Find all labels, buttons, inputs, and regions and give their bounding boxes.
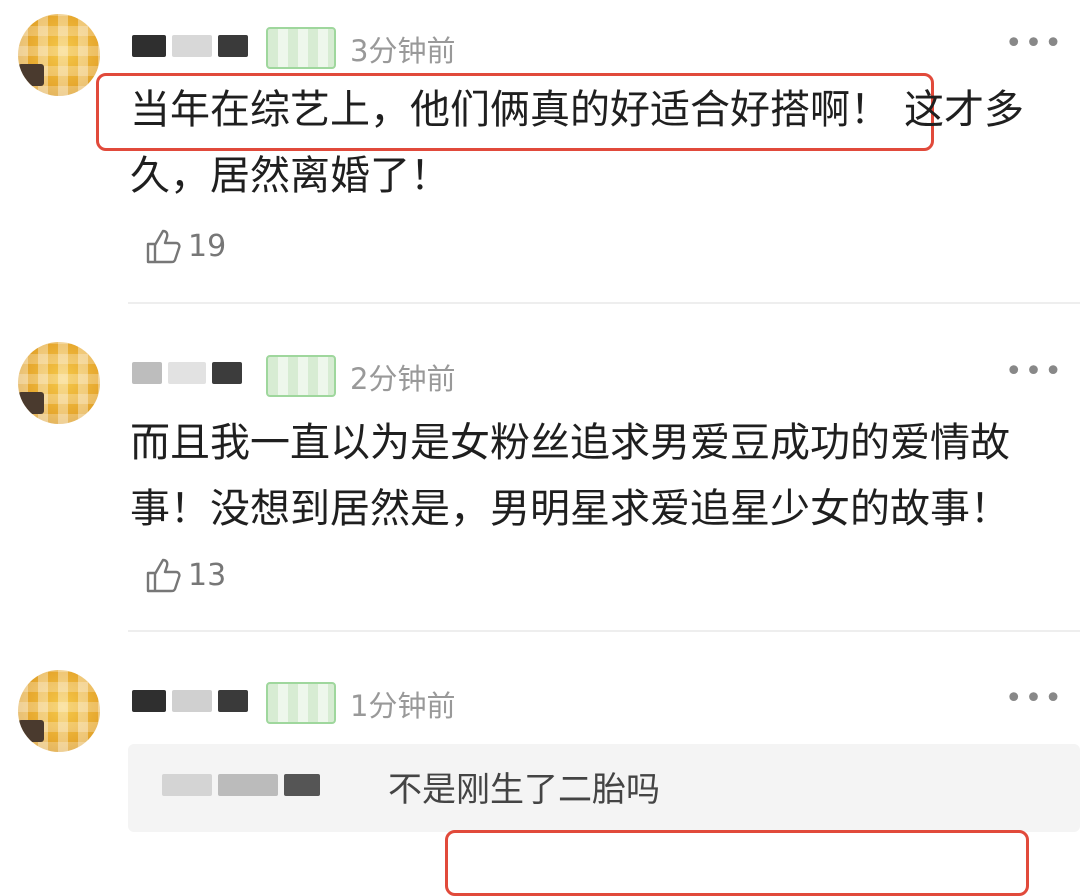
more-options-icon[interactable]: ••• [1005,26,1064,61]
comment-time: 1分钟前 [350,689,456,723]
comment-text: 当年在综艺上，他们俩真的好适合好搭啊！ 这才多 久，居然离婚了！ [130,77,1070,209]
comment-divider [128,302,1080,304]
reply-text: 不是刚生了二胎吗 [388,770,660,810]
user-level-badge [266,355,336,397]
comment-text-highlighted: 当年在综艺上，他们俩真的好适合好搭啊！ [130,87,890,133]
like-count: 13 [188,557,227,593]
reply-username-blurred [162,774,320,796]
comment-text-rest: 这才多 [904,87,1024,133]
comment-time: 3分钟前 [350,34,456,68]
user-level-badge [266,27,336,69]
avatar-decoration [18,64,44,86]
username-blurred[interactable] [132,688,248,714]
highlight-box [445,830,1029,896]
thumbs-up-icon [146,229,181,264]
user-level-badge [266,682,336,724]
like-button[interactable]: 13 [144,555,226,595]
like-count: 19 [188,228,227,264]
comment-text-line1: 而且我一直以为是女粉丝追求男爱豆成功的爱情故 [130,420,1010,466]
avatar-decoration [18,720,44,742]
like-button[interactable]: 19 [144,226,226,266]
comment-divider [128,630,1080,632]
comment-text-line2: 久，居然离婚了！ [130,153,450,199]
reply-preview[interactable]: 不是刚生了二胎吗 [128,744,1080,832]
more-options-icon[interactable]: ••• [1005,681,1064,716]
comment-text: 而且我一直以为是女粉丝追求男爱豆成功的爱情故 事！没想到居然是，男明星求爱追星少… [130,410,1070,542]
user-avatar[interactable] [18,14,100,96]
username-blurred[interactable] [132,360,242,386]
thumbs-up-icon [146,558,181,593]
more-options-icon[interactable]: ••• [1005,354,1064,389]
avatar-decoration [18,392,44,414]
comment-text-line2: 事！没想到居然是，男明星求爱追星少女的故事！ [130,486,1010,532]
user-avatar[interactable] [18,670,100,752]
user-avatar[interactable] [18,342,100,424]
comment-time: 2分钟前 [350,362,456,396]
username-blurred[interactable] [132,33,248,59]
